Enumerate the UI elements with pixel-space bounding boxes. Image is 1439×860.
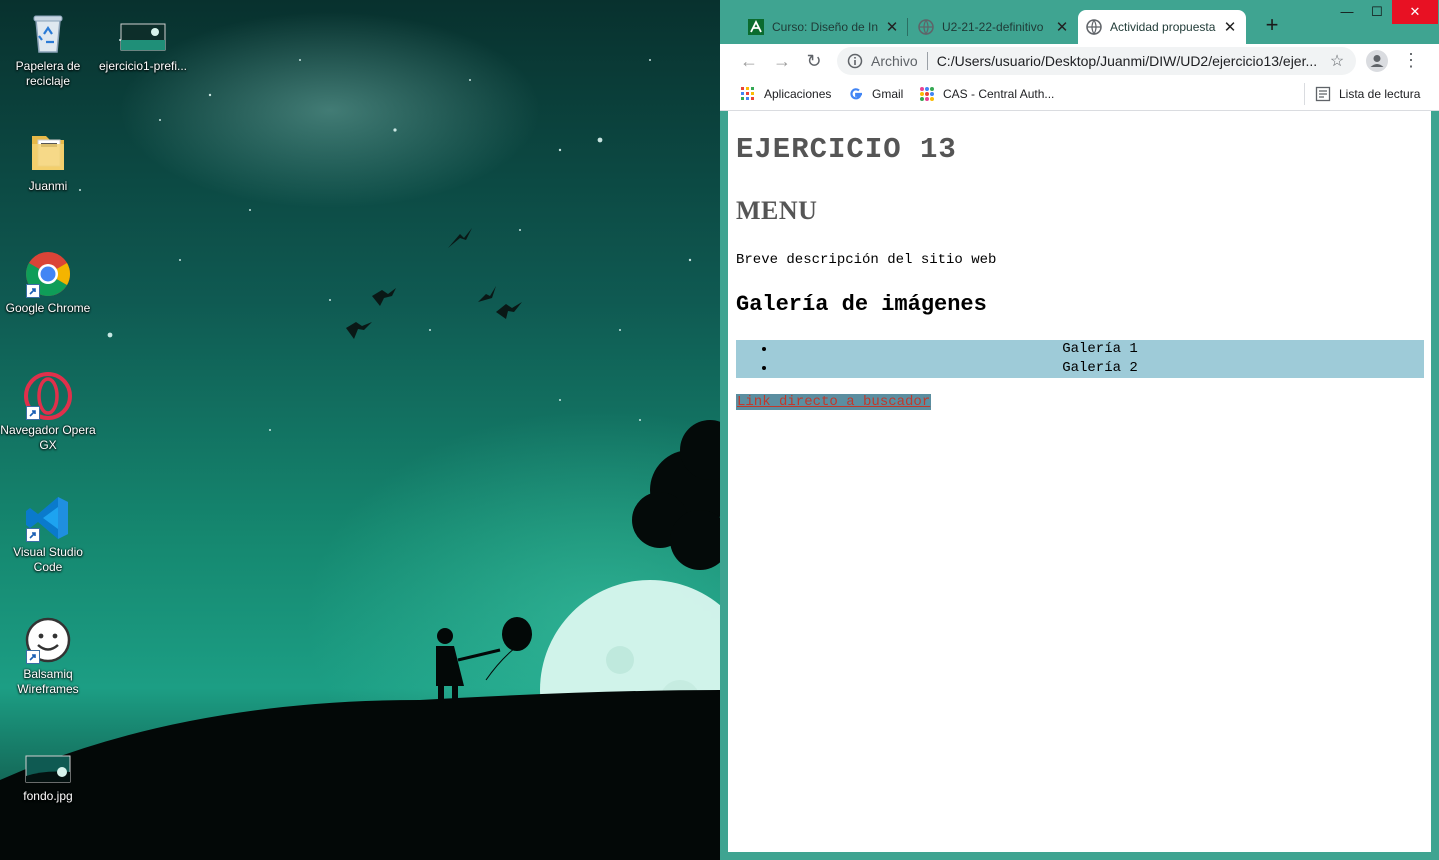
address-bar[interactable]: Archivo C:/Users/usuario/Desktop/Juanmi/… — [837, 47, 1356, 75]
bookmark-label: Aplicaciones — [764, 87, 832, 101]
desktop-icon-label: Papelera de reciclaje — [15, 59, 81, 88]
tab-u2-definitivo[interactable]: U2-21-22-definitivo ✕ — [910, 10, 1078, 44]
close-tab-icon[interactable]: ✕ — [1222, 18, 1238, 36]
search-link[interactable]: Link directo a buscador — [736, 394, 932, 410]
chrome-window: Curso: Diseño de In ✕ U2-21-22-definitiv… — [720, 0, 1439, 860]
gallery-item[interactable]: Galería 2 — [776, 359, 1424, 378]
site-description: Breve descripción del sitio web — [736, 252, 997, 268]
browser-toolbar: ← → ↻ Archivo C:/Users/usuario/Desktop/J… — [720, 44, 1439, 78]
globe-icon — [1086, 19, 1102, 36]
reading-list-icon — [1315, 86, 1331, 102]
bookmarks-bar: Aplicaciones Gmail CAS - Central Auth... — [720, 78, 1439, 111]
desktop-icon-label: ejercicio1-prefi... — [98, 59, 188, 73]
balsamiq-icon — [24, 616, 72, 664]
apps-grid-icon — [740, 86, 756, 102]
info-icon[interactable] — [847, 53, 863, 69]
tab-title: U2-21-22-definitivo — [942, 20, 1044, 34]
more-menu-icon[interactable]: ⋮ — [1402, 50, 1420, 72]
new-tab-button[interactable]: + — [1260, 14, 1284, 38]
desktop-icon-label: Navegador Opera GX — [0, 423, 96, 452]
recycle-bin-icon — [24, 8, 72, 56]
forward-arrow-icon[interactable]: → — [770, 49, 794, 73]
wallpaper-night-sky — [0, 39, 720, 860]
maximize-button[interactable]: ☐ — [1360, 0, 1394, 24]
shortcut-arrow-icon — [26, 650, 40, 664]
web-page: EJERCICIO 13 MENU Breve descripción del … — [736, 111, 1424, 410]
tab-separator — [907, 18, 908, 36]
desktop-icon-label: Juanmi — [28, 179, 68, 193]
omnibox-separator — [926, 52, 928, 70]
desktop-icon-juanmi-folder[interactable]: Juanmi — [0, 128, 96, 194]
close-window-button[interactable]: ✕ — [1392, 0, 1438, 24]
tab-actividad-propuesta[interactable]: Actividad propuesta ✕ — [1078, 10, 1246, 44]
desktop-icon-recycle-bin[interactable]: Papelera de reciclaje — [0, 8, 96, 89]
chrome-icon — [24, 250, 72, 298]
gallery-item[interactable]: Galería 1 — [776, 340, 1424, 359]
opera-gx-icon — [24, 372, 72, 420]
tab-curso-diseno[interactable]: Curso: Diseño de In ✕ — [740, 10, 908, 44]
desktop-icon-label: Google Chrome — [5, 301, 91, 315]
desktop-icon-opera-gx[interactable]: Navegador Opera GX — [0, 372, 96, 453]
gallery-list: Galería 1 Galería 2 — [736, 340, 1424, 378]
vscode-icon — [24, 494, 72, 542]
desktop: Papelera de reciclaje ejercicio1-prefi..… — [0, 0, 720, 860]
shortcut-arrow-icon — [26, 284, 40, 298]
reading-list-button[interactable]: Lista de lectura — [1304, 83, 1420, 105]
desktop-icon-fondo-jpg[interactable]: fondo.jpg — [0, 752, 96, 804]
image-file-icon — [119, 20, 167, 56]
desktop-icon-label: Balsamiq Wireframes — [17, 667, 79, 696]
shortcut-arrow-icon — [26, 406, 40, 420]
close-tab-icon[interactable]: ✕ — [884, 18, 900, 36]
cas-icon — [919, 86, 935, 102]
desktop-icon-balsamiq[interactable]: Balsamiq Wireframes — [0, 616, 96, 697]
menu-heading: MENU — [736, 196, 818, 225]
close-tab-icon[interactable]: ✕ — [1054, 18, 1070, 36]
desktop-icon-label: fondo.jpg — [23, 789, 73, 803]
folder-icon — [24, 128, 72, 176]
gallery-heading: Galería de imágenes — [736, 292, 987, 317]
desktop-icon-vscode[interactable]: Visual Studio Code — [0, 494, 96, 575]
url-scheme-label: Archivo — [871, 53, 918, 69]
bookmark-gmail[interactable]: Gmail — [848, 85, 903, 103]
moodle-icon — [748, 19, 764, 35]
reload-icon[interactable]: ↻ — [802, 49, 826, 73]
desktop-icon-label: Visual Studio Code — [13, 545, 83, 574]
profile-avatar-icon[interactable] — [1366, 50, 1388, 72]
google-icon — [848, 86, 864, 102]
reading-list-label: Lista de lectura — [1339, 87, 1421, 101]
globe-icon — [918, 19, 934, 36]
image-file-icon — [24, 752, 72, 786]
bookmark-star-icon[interactable]: ☆ — [1328, 51, 1346, 71]
back-arrow-icon[interactable]: ← — [737, 49, 761, 73]
bookmark-label: CAS - Central Auth... — [943, 87, 1055, 101]
tab-title: Curso: Diseño de In — [772, 20, 879, 34]
bookmark-label: Gmail — [872, 87, 904, 101]
page-viewport: EJERCICIO 13 MENU Breve descripción del … — [728, 111, 1431, 852]
bookmark-aplicaciones[interactable]: Aplicaciones — [740, 85, 831, 103]
page-title: EJERCICIO 13 — [736, 133, 957, 166]
url-text[interactable]: C:/Users/usuario/Desktop/Juanmi/DIW/UD2/… — [937, 53, 1328, 69]
shortcut-arrow-icon — [26, 528, 40, 542]
minimize-button[interactable]: — — [1330, 0, 1364, 24]
tab-strip: Curso: Diseño de In ✕ U2-21-22-definitiv… — [720, 0, 1439, 44]
bookmark-cas[interactable]: CAS - Central Auth... — [919, 85, 1054, 103]
desktop-icon-google-chrome[interactable]: Google Chrome — [0, 250, 96, 316]
desktop-icon-ejercicio1[interactable]: ejercicio1-prefi... — [95, 20, 191, 74]
tab-title: Actividad propuesta — [1110, 20, 1216, 34]
